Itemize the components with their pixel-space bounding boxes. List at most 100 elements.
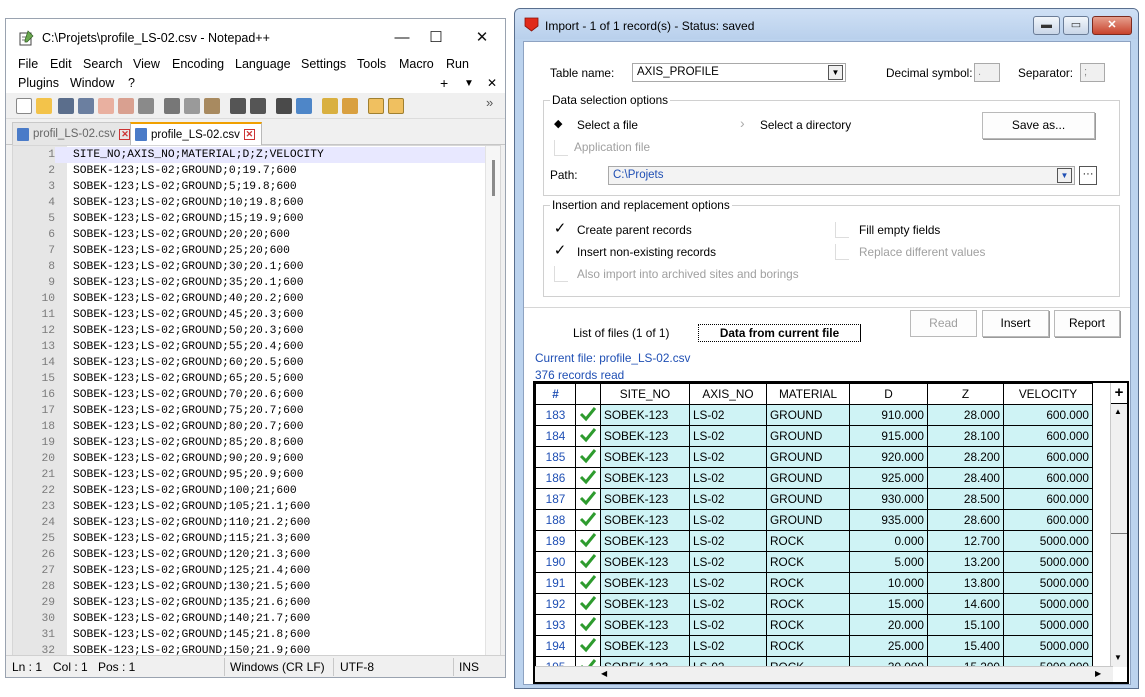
toolbar-overflow-icon[interactable]: » — [486, 95, 493, 110]
find-icon[interactable] — [276, 98, 292, 114]
d-cell[interactable]: 930.000 — [849, 488, 928, 510]
radio-selected-icon[interactable]: ◆ — [554, 117, 562, 130]
material-cell[interactable]: GROUND — [766, 467, 850, 489]
z-cell[interactable]: 15.100 — [927, 614, 1004, 636]
separator-field[interactable]: ; — [1080, 63, 1105, 82]
table-row[interactable]: 192 SOBEK-123 LS-02 ROCK 15.000 14.600 5000.00… — [535, 593, 1093, 615]
d-cell[interactable]: 20.000 — [849, 614, 928, 636]
scroll-left-icon[interactable]: ◀ — [601, 669, 607, 678]
axis-no-cell[interactable]: LS-02 — [689, 614, 767, 636]
menu-edit[interactable]: Edit — [50, 57, 72, 71]
site-no-cell[interactable]: SOBEK-123 — [600, 614, 690, 636]
code-line[interactable]: 8 SOBEK-123;LS-02;GROUND;30;20.1;600 — [13, 259, 500, 275]
site-no-cell[interactable]: SOBEK-123 — [600, 425, 690, 447]
column-header-site-no[interactable]: SITE_NO — [600, 383, 690, 405]
site-no-cell[interactable]: SOBEK-123 — [600, 509, 690, 531]
row-index-cell[interactable]: 192 — [535, 593, 576, 615]
z-cell[interactable]: 28.100 — [927, 425, 1004, 447]
velocity-cell[interactable]: 5000.000 — [1003, 593, 1093, 615]
code-line[interactable]: 21 SOBEK-123;LS-02;GROUND;95;20.9;600 — [13, 467, 500, 483]
site-no-cell[interactable]: SOBEK-123 — [600, 446, 690, 468]
velocity-cell[interactable]: 5000.000 — [1003, 530, 1093, 552]
code-line[interactable]: 10 SOBEK-123;LS-02;GROUND;40;20.2;600 — [13, 291, 500, 307]
z-cell[interactable]: 15.400 — [927, 635, 1004, 657]
d-cell[interactable]: 920.000 — [849, 446, 928, 468]
grid-vertical-scrollbar[interactable]: + ▲ ▼ — [1110, 383, 1127, 667]
code-line[interactable]: 5 SOBEK-123;LS-02;GROUND;15;19.9;600 — [13, 211, 500, 227]
cut-icon[interactable] — [164, 98, 180, 114]
code-line[interactable]: 2 SOBEK-123;LS-02;GROUND;0;19.7;600 — [13, 163, 500, 179]
report-button[interactable]: Report — [1054, 310, 1120, 337]
minimize-button[interactable]: ▬ — [1033, 16, 1060, 35]
select-file-option[interactable]: Select a file — [577, 118, 638, 132]
velocity-cell[interactable]: 600.000 — [1003, 509, 1093, 531]
zoom-out-icon[interactable] — [342, 98, 358, 114]
column-header-axis-no[interactable]: AXIS_NO — [689, 383, 767, 405]
z-cell[interactable]: 28.600 — [927, 509, 1004, 531]
menu-macro[interactable]: Macro — [399, 57, 434, 71]
site-no-cell[interactable]: SOBEK-123 — [600, 572, 690, 594]
velocity-cell[interactable]: 600.000 — [1003, 467, 1093, 489]
copy-icon[interactable] — [184, 98, 200, 114]
site-no-cell[interactable]: SOBEK-123 — [600, 635, 690, 657]
row-index-cell[interactable]: 187 — [535, 488, 576, 510]
d-cell[interactable]: 915.000 — [849, 425, 928, 447]
select-directory-option[interactable]: Select a directory — [760, 118, 851, 132]
site-no-cell[interactable]: SOBEK-123 — [600, 551, 690, 573]
code-line[interactable]: 18 SOBEK-123;LS-02;GROUND;80;20.7;600 — [13, 419, 500, 435]
save-icon[interactable] — [58, 98, 74, 114]
open-file-icon[interactable] — [36, 98, 52, 114]
material-cell[interactable]: ROCK — [766, 530, 850, 552]
paste-icon[interactable] — [204, 98, 220, 114]
site-no-cell[interactable]: SOBEK-123 — [600, 404, 690, 426]
code-line[interactable]: 22 SOBEK-123;LS-02;GROUND;100;21;600 — [13, 483, 500, 499]
close-all-icon[interactable] — [118, 98, 134, 114]
path-select[interactable]: C:\Projets ▼ — [608, 166, 1075, 185]
code-line[interactable]: 17 SOBEK-123;LS-02;GROUND;75;20.7;600 — [13, 403, 500, 419]
scroll-up-icon[interactable]: ▲ — [1114, 407, 1122, 416]
menu-tools[interactable]: Tools — [357, 57, 386, 71]
also-import-archived-checkbox[interactable] — [554, 266, 568, 282]
code-line[interactable]: 1 SITE_NO;AXIS_NO;MATERIAL;D;Z;VELOCITY — [13, 147, 500, 163]
replace-icon[interactable] — [296, 98, 312, 114]
menu-encoding[interactable]: Encoding — [172, 57, 224, 71]
chevron-down-icon[interactable]: ▼ — [1057, 168, 1072, 183]
code-line[interactable]: 4 SOBEK-123;LS-02;GROUND;10;19.8;600 — [13, 195, 500, 211]
axis-no-cell[interactable]: LS-02 — [689, 404, 767, 426]
material-cell[interactable]: GROUND — [766, 446, 850, 468]
code-line[interactable]: 3 SOBEK-123;LS-02;GROUND;5;19.8;600 — [13, 179, 500, 195]
code-line[interactable]: 26 SOBEK-123;LS-02;GROUND;120;21.3;600 — [13, 547, 500, 563]
table-row[interactable]: 184 SOBEK-123 LS-02 GROUND 915.000 28.100 600.… — [535, 425, 1093, 447]
read-button[interactable]: Read — [910, 310, 977, 337]
minimize-button[interactable]: — — [390, 27, 414, 49]
close-button[interactable]: ✕ — [470, 27, 494, 49]
menu-plugins[interactable]: Plugins — [18, 76, 59, 90]
z-cell[interactable]: 28.500 — [927, 488, 1004, 510]
grid-horizontal-scrollbar[interactable]: ◀ ▶ — [535, 666, 1113, 682]
d-cell[interactable]: 25.000 — [849, 635, 928, 657]
table-row[interactable]: 191 SOBEK-123 LS-02 ROCK 10.000 13.800 5000.00… — [535, 572, 1093, 594]
z-cell[interactable]: 12.700 — [927, 530, 1004, 552]
code-line[interactable]: 20 SOBEK-123;LS-02;GROUND;90;20.9;600 — [13, 451, 500, 467]
scroll-right-icon[interactable]: ▶ — [1095, 669, 1101, 678]
menu-help[interactable]: ? — [128, 76, 135, 90]
menu-language[interactable]: Language — [235, 57, 291, 71]
z-cell[interactable]: 13.800 — [927, 572, 1004, 594]
velocity-cell[interactable]: 5000.000 — [1003, 635, 1093, 657]
axis-no-cell[interactable]: LS-02 — [689, 446, 767, 468]
axis-no-cell[interactable]: LS-02 — [689, 509, 767, 531]
sync-h-icon[interactable] — [388, 98, 404, 114]
d-cell[interactable]: 15.000 — [849, 593, 928, 615]
velocity-cell[interactable]: 600.000 — [1003, 488, 1093, 510]
tab-close-icon[interactable]: ✕ — [119, 128, 131, 140]
row-index-cell[interactable]: 191 — [535, 572, 576, 594]
axis-no-cell[interactable]: LS-02 — [689, 572, 767, 594]
tab-close-icon[interactable]: ✕ — [243, 129, 255, 140]
tab-list-down-icon[interactable]: ▼ — [464, 78, 474, 89]
code-line[interactable]: 27 SOBEK-123;LS-02;GROUND;125;21.4;600 — [13, 563, 500, 579]
site-no-cell[interactable]: SOBEK-123 — [600, 593, 690, 615]
d-cell[interactable]: 910.000 — [849, 404, 928, 426]
close-doc-icon[interactable]: ✕ — [487, 76, 497, 90]
z-cell[interactable]: 28.000 — [927, 404, 1004, 426]
column-header-z[interactable]: Z — [927, 383, 1004, 405]
